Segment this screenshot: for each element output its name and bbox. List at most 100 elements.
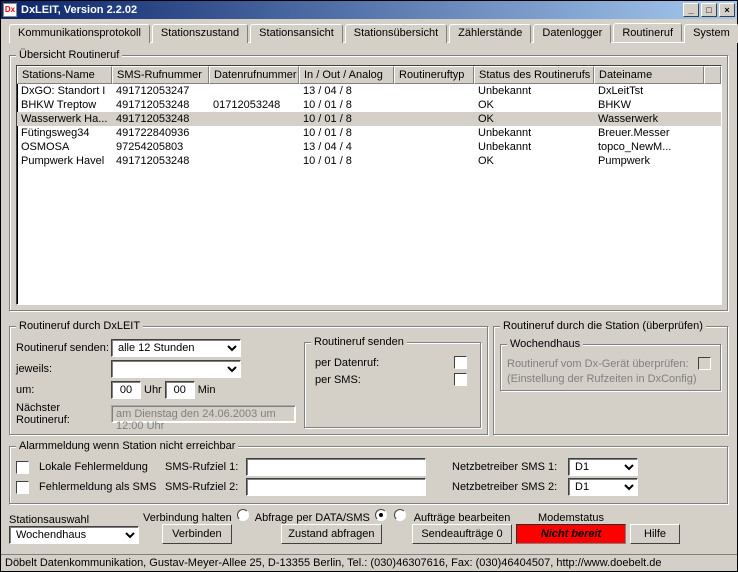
overview-listview[interactable]: Stations-NameSMS-RufnummerDatenrufnummer… — [16, 65, 722, 305]
table-cell: Unbekannt — [474, 140, 594, 154]
table-cell: Wasserwerk Ha... — [17, 112, 112, 126]
table-cell: 97254205803 — [112, 140, 209, 154]
column-header[interactable]: Datenrufnummer — [209, 66, 299, 84]
station-sel-combo[interactable]: Wochendhaus — [9, 526, 139, 544]
wochendhaus-group: Wochendhaus Routineruf vom Dx-Gerät über… — [500, 338, 722, 392]
minimize-button[interactable]: _ — [683, 3, 699, 17]
tab-system[interactable]: System — [684, 24, 738, 43]
sms-target2-label: SMS-Rufziel 2: — [165, 481, 240, 493]
table-row[interactable]: Wasserwerk Ha...49171205324810 / 01 / 8O… — [17, 112, 721, 126]
tab-kommunikationsprotokoll[interactable]: Kommunikationsprotokoll — [9, 24, 150, 43]
check-device-checkbox — [698, 357, 711, 370]
per-data-label: per Datenruf: — [315, 357, 379, 369]
table-cell — [209, 154, 299, 168]
column-header[interactable]: Dateiname — [594, 66, 704, 84]
tab-stationszustand[interactable]: Stationszustand — [152, 24, 248, 43]
local-error-checkbox[interactable] — [16, 461, 29, 474]
send-label: Routineruf senden: — [16, 342, 111, 354]
send-group: Routineruf senden per Datenruf: per SMS: — [304, 336, 482, 429]
table-row[interactable]: OSMOSA9725420580313 / 04 / 4Unbekannttop… — [17, 140, 721, 154]
query-per-label: Abfrage per DATA/SMS — [255, 512, 370, 524]
table-cell: Wasserwerk — [594, 112, 704, 126]
table-cell: OK — [474, 154, 594, 168]
help-button[interactable]: Hilfe — [630, 524, 680, 544]
table-cell: 10 / 01 / 8 — [299, 126, 394, 140]
per-sms-label: per SMS: — [315, 374, 361, 386]
table-cell: 01712053248 — [209, 98, 299, 112]
table-cell: 13 / 04 / 8 — [299, 84, 394, 98]
table-cell: 491712053247 — [112, 84, 209, 98]
column-header[interactable]: SMS-Rufnummer — [112, 66, 209, 84]
table-cell: BHKW — [594, 98, 704, 112]
app-icon: Dx — [3, 3, 17, 17]
each-combo[interactable] — [111, 360, 241, 378]
sms-target2-input[interactable] — [246, 478, 426, 496]
min-input[interactable] — [165, 381, 195, 399]
provider1-combo[interactable]: D1 — [568, 458, 638, 476]
table-cell — [209, 112, 299, 126]
sms-error-checkbox[interactable] — [16, 481, 29, 494]
table-cell: Unbekannt — [474, 126, 594, 140]
hour-input[interactable] — [111, 381, 141, 399]
listview-header: Stations-NameSMS-RufnummerDatenrufnummer… — [17, 66, 721, 84]
window-title: DxLEIT, Version 2.2.02 — [21, 4, 683, 16]
table-cell: 10 / 01 / 8 — [299, 98, 394, 112]
query-sms-radio[interactable] — [394, 509, 406, 521]
column-header[interactable]: Stations-Name — [17, 66, 112, 84]
min-unit: Min — [198, 384, 216, 396]
table-cell: 491712053248 — [112, 98, 209, 112]
column-header[interactable]: Status des Routinerufs — [474, 66, 594, 84]
sms-target1-input[interactable] — [246, 458, 426, 476]
conn-hold-radio[interactable] — [237, 509, 249, 521]
tab-stationsübersicht[interactable]: Stationsübersicht — [345, 24, 447, 43]
close-button[interactable]: × — [719, 3, 735, 17]
station-group: Routineruf durch die Station (überprüfen… — [493, 320, 729, 436]
table-cell: 491712053248 — [112, 112, 209, 126]
check-device-label: Routineruf vom Dx-Gerät überprüfen: — [507, 358, 698, 370]
column-header[interactable]: Routineruftyp — [394, 66, 474, 84]
station-legend: Routineruf durch die Station (überprüfen… — [500, 320, 706, 332]
table-cell: DxLeitTst — [594, 84, 704, 98]
query-state-button[interactable]: Zustand abfragen — [281, 524, 381, 544]
table-cell — [394, 112, 474, 126]
table-cell — [394, 140, 474, 154]
table-cell — [209, 126, 299, 140]
tab-datenlogger[interactable]: Datenlogger — [533, 24, 611, 43]
table-cell — [209, 84, 299, 98]
jobs-button[interactable]: Sendeaufträge 0 — [412, 524, 512, 544]
table-cell: 10 / 01 / 8 — [299, 112, 394, 126]
table-cell — [394, 84, 474, 98]
table-cell — [209, 140, 299, 154]
table-cell: DxGO: Standort I — [17, 84, 112, 98]
table-cell: Unbekannt — [474, 84, 594, 98]
table-row[interactable]: BHKW Treptow4917120532480171205324810 / … — [17, 98, 721, 112]
connect-button[interactable]: Verbinden — [162, 524, 232, 544]
query-data-radio[interactable] — [375, 509, 387, 521]
table-row[interactable]: Pumpwerk Havel49171205324810 / 01 / 8OKP… — [17, 154, 721, 168]
table-cell: OK — [474, 98, 594, 112]
per-sms-checkbox[interactable] — [454, 373, 467, 386]
table-cell: Breuer.Messer — [594, 126, 704, 140]
tab-routineruf[interactable]: Routineruf — [613, 23, 682, 42]
tab-zählerstände[interactable]: Zählerstände — [449, 24, 531, 43]
table-row[interactable]: Fütingsweg3449172284093610 / 01 / 8Unbek… — [17, 126, 721, 140]
conn-hold-label: Verbindung halten — [143, 512, 232, 524]
table-cell: 10 / 01 / 8 — [299, 154, 394, 168]
provider1-label: Netzbetreiber SMS 1: — [452, 461, 562, 473]
config-hint: (Einstellung der Rufzeiten in DxConfig) — [507, 373, 715, 385]
interval-combo[interactable]: alle 12 Stunden — [111, 339, 241, 357]
next-value: am Dienstag den 24.06.2003 um 12:00 Uhr — [111, 405, 296, 423]
table-cell — [394, 126, 474, 140]
send-legend: Routineruf senden — [311, 336, 407, 348]
table-row[interactable]: DxGO: Standort I491712053247 13 / 04 / 8 U… — [17, 84, 721, 98]
provider2-combo[interactable]: D1 — [568, 478, 638, 496]
table-cell: 491712053248 — [112, 154, 209, 168]
table-cell — [394, 154, 474, 168]
per-data-checkbox[interactable] — [454, 356, 467, 369]
tab-stationsansicht[interactable]: Stationsansicht — [250, 24, 343, 43]
column-header[interactable]: In / Out / Analog — [299, 66, 394, 84]
maximize-button[interactable]: □ — [701, 3, 717, 17]
table-cell: 491722840936 — [112, 126, 209, 140]
alarm-group: Alarmmeldung wenn Station nicht erreichb… — [9, 440, 729, 505]
jobs-label: Aufträge bearbeiten — [414, 512, 511, 524]
